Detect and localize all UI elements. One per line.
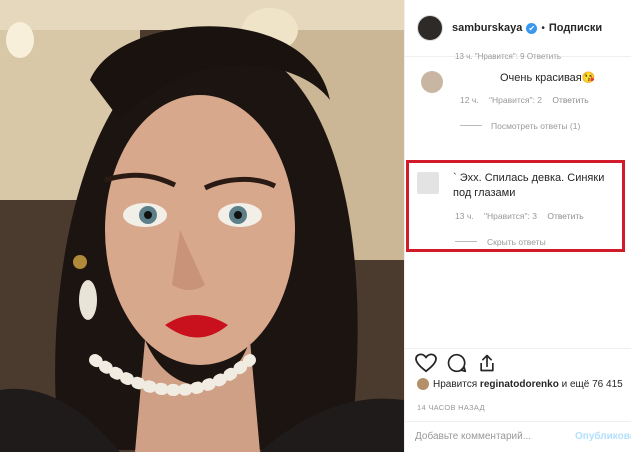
comment-meta-cut: 13 ч. "Нравится": 9 Ответить bbox=[455, 52, 562, 61]
add-comment-bar: Опубликовать bbox=[405, 421, 631, 453]
publish-button[interactable]: Опубликовать bbox=[575, 431, 631, 442]
comment-icon[interactable] bbox=[447, 353, 467, 373]
action-bar bbox=[405, 348, 631, 377]
verified-icon: ✔ bbox=[526, 22, 538, 34]
likes-count[interactable]: и ещё 76 415 bbox=[562, 379, 623, 390]
likes-prefix: Нравится bbox=[433, 378, 478, 390]
comment-text: Очень красивая😘 bbox=[500, 72, 596, 84]
likes-summary: Нравится reginatodorenko и ещё 76 415 bbox=[417, 378, 623, 390]
comment-likes[interactable]: "Нравится": 2 bbox=[489, 95, 542, 105]
post-header: samburskaya ✔ • Подписки bbox=[405, 0, 631, 57]
view-replies-button[interactable]: Посмотреть ответы (1) bbox=[491, 121, 580, 131]
heart-icon[interactable] bbox=[415, 353, 437, 373]
share-icon[interactable] bbox=[477, 353, 497, 373]
post-photo bbox=[0, 0, 404, 452]
comment-meta: 12 ч. "Нравится": 2 Ответить bbox=[460, 95, 597, 105]
comment-time[interactable]: 12 ч. bbox=[460, 95, 479, 105]
follow-button[interactable]: Подписки bbox=[549, 22, 602, 34]
liker-username[interactable]: reginatodorenko bbox=[480, 379, 559, 390]
post-timestamp: 14 ЧАСОВ НАЗАД bbox=[417, 403, 485, 412]
liker-avatar[interactable] bbox=[417, 378, 429, 390]
author-username[interactable]: samburskaya bbox=[452, 22, 522, 34]
comment-input[interactable] bbox=[415, 431, 570, 442]
author-avatar[interactable] bbox=[417, 15, 443, 41]
separator-dot: • bbox=[541, 22, 545, 34]
replies-divider bbox=[460, 125, 482, 126]
commenter-avatar[interactable] bbox=[421, 71, 443, 93]
reply-button[interactable]: Ответить bbox=[552, 95, 588, 105]
highlight-box bbox=[406, 160, 625, 252]
